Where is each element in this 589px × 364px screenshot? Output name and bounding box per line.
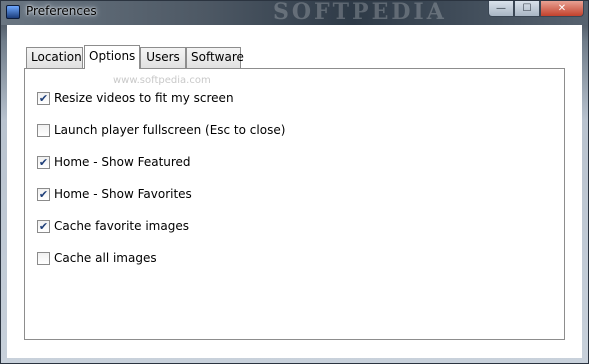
- window-title: Preferences: [26, 4, 97, 18]
- option-cache-favorite-images[interactable]: ✔ Cache favorite images: [37, 218, 189, 234]
- tab-users[interactable]: Users: [140, 47, 186, 68]
- tab-software[interactable]: Software: [186, 47, 244, 68]
- softpedia-overlay-watermark: www.softpedia.com: [113, 75, 211, 86]
- option-resize-videos[interactable]: ✔ Resize videos to fit my screen: [37, 90, 234, 106]
- option-label: Resize videos to fit my screen: [54, 91, 234, 105]
- options-panel: ✔ Resize videos to fit my screen Launch …: [24, 68, 565, 340]
- close-button[interactable]: ✕: [540, 1, 584, 17]
- checkmark-icon: ✔: [38, 91, 49, 105]
- softpedia-watermark: SOFTPEDIA: [273, 0, 447, 25]
- option-label: Home - Show Featured: [54, 155, 191, 169]
- checkbox-home-show-favorites[interactable]: ✔: [37, 187, 50, 201]
- option-label: Launch player fullscreen (Esc to close): [54, 123, 286, 137]
- option-home-show-featured[interactable]: ✔ Home - Show Featured: [37, 154, 191, 170]
- checkbox-launch-fullscreen[interactable]: [37, 123, 50, 137]
- checkbox-home-show-featured[interactable]: ✔: [37, 155, 50, 169]
- option-label: Cache all images: [54, 251, 157, 265]
- checkmark-icon: ✔: [38, 187, 49, 201]
- option-label: Cache favorite images: [54, 219, 189, 233]
- maximize-button[interactable]: ☐: [514, 1, 540, 17]
- tab-options[interactable]: Options: [84, 45, 140, 69]
- checkmark-icon: ✔: [38, 219, 49, 233]
- option-home-show-favorites[interactable]: ✔ Home - Show Favorites: [37, 186, 192, 202]
- minimize-button[interactable]: —: [488, 1, 514, 17]
- preferences-window: Preferences SOFTPEDIA — ☐ ✕ Location Opt…: [0, 0, 589, 364]
- checkmark-icon: ✔: [38, 155, 49, 169]
- checkbox-cache-favorite-images[interactable]: ✔: [37, 219, 50, 233]
- dialog-client-area: Location Options Users Software www.soft…: [7, 25, 582, 358]
- option-label: Home - Show Favorites: [54, 187, 192, 201]
- tab-location[interactable]: Location: [26, 47, 83, 68]
- checkbox-resize-videos[interactable]: ✔: [37, 91, 50, 105]
- checkbox-cache-all-images[interactable]: [37, 251, 50, 265]
- option-launch-fullscreen[interactable]: Launch player fullscreen (Esc to close): [37, 122, 285, 138]
- app-icon[interactable]: [6, 5, 20, 19]
- title-bar[interactable]: Preferences SOFTPEDIA — ☐ ✕: [1, 0, 588, 25]
- option-cache-all-images[interactable]: Cache all images: [37, 250, 157, 266]
